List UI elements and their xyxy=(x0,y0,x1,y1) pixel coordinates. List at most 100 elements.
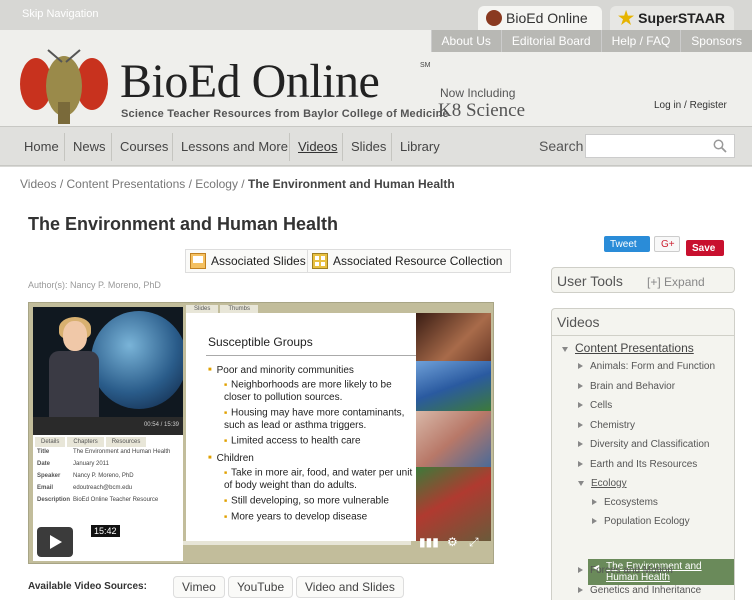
tree-item[interactable]: Cells xyxy=(578,400,612,411)
user-tools-panel: User Tools [+] Expand xyxy=(551,267,735,293)
tree-item[interactable]: Ecosystems xyxy=(592,497,658,508)
sponsors-link[interactable]: Sponsors xyxy=(680,30,752,52)
detail-row: Title The Environment and Human Health xyxy=(37,449,171,455)
nav-videos[interactable]: Videos xyxy=(298,139,338,154)
duration-badge: 15:42 xyxy=(91,525,120,537)
tree-item-ecology[interactable]: Ecology xyxy=(578,478,627,489)
slide-tabs: Slides Thumbs xyxy=(186,305,260,313)
tree-root-content-presentations[interactable]: Content Presentations xyxy=(562,341,694,355)
google-plus-button[interactable]: G+ xyxy=(654,236,680,252)
nav-divider xyxy=(111,133,112,161)
pinterest-save-button[interactable]: Save xyxy=(686,240,724,256)
sources-label: Available Video Sources: xyxy=(28,581,147,592)
expanded-arrow-icon xyxy=(562,346,568,352)
tree-item[interactable]: Brain and Behavior xyxy=(578,381,675,392)
tree-item[interactable]: Forces and Motion xyxy=(578,565,673,576)
player-controls: 15:42 ▮▮▮ ⚙ ⤢ xyxy=(29,523,495,563)
superstaar-tab[interactable]: ★ SuperSTAAR xyxy=(610,6,734,30)
slide-subbullet: Still developing, so more vulnerable xyxy=(224,495,414,508)
nav-divider xyxy=(289,133,290,161)
volume-icon[interactable]: ▮▮▮ xyxy=(419,535,439,549)
now-including-label: Now Including xyxy=(440,86,516,100)
video-details: Title The Environment and Human Health Da… xyxy=(37,449,170,509)
progress-bar[interactable] xyxy=(81,541,411,545)
nav-library[interactable]: Library xyxy=(400,139,440,154)
bioed-online-tab[interactable]: BioEd Online xyxy=(478,6,602,30)
about-us-link[interactable]: About Us xyxy=(430,30,501,52)
tree-item[interactable]: Earth and Its Resources xyxy=(578,459,697,470)
main-content: Videos / Content Presentations / Ecology… xyxy=(0,167,752,600)
bioed-fly-icon xyxy=(486,10,502,26)
tree-item[interactable]: Population Ecology xyxy=(592,516,690,527)
tree-item[interactable]: Animals: Form and Function xyxy=(578,361,715,372)
help-faq-link[interactable]: Help / FAQ xyxy=(600,30,681,52)
tweet-button[interactable]: Tweet xyxy=(604,236,650,252)
presenter-video[interactable] xyxy=(33,307,183,417)
bioed-tab-label: BioEd Online xyxy=(506,10,588,26)
tab-chapters[interactable]: Chapters xyxy=(67,437,104,447)
associated-collection-button[interactable]: Associated Resource Collection xyxy=(307,249,512,273)
tree-item[interactable]: Diversity and Classification xyxy=(578,439,710,450)
earth-backdrop xyxy=(91,311,183,409)
associated-collection-label: Associated Resource Collection xyxy=(333,254,503,268)
site-tagline: Science Teacher Resources from Baylor Co… xyxy=(121,108,449,120)
expand-toggle[interactable]: [+] Expand xyxy=(647,275,705,289)
play-button[interactable] xyxy=(37,527,73,557)
tweet-label: Tweet xyxy=(610,238,637,250)
user-tools-title: User Tools xyxy=(557,273,623,289)
editorial-board-link[interactable]: Editorial Board xyxy=(500,30,601,52)
tab-thumbs[interactable]: Thumbs xyxy=(220,305,259,313)
settings-icon[interactable]: ⚙ xyxy=(447,535,458,549)
skip-navigation-link[interactable]: Skip Navigation xyxy=(22,8,98,20)
breadcrumb-videos[interactable]: Videos xyxy=(20,177,56,191)
youtube-source-button[interactable]: YouTube xyxy=(228,576,294,598)
tab-details[interactable]: Details xyxy=(35,437,66,447)
nav-lessons[interactable]: Lessons and More xyxy=(181,139,288,154)
star-icon: ★ xyxy=(618,7,635,28)
login-link[interactable]: Log in xyxy=(654,100,681,111)
detail-row: Email edoutreach@bcm.edu xyxy=(37,485,133,491)
superstaar-tab-label: SuperSTAAR xyxy=(638,10,725,26)
tree-item[interactable]: Chemistry xyxy=(578,420,635,431)
fullscreen-icon[interactable]: ⤢ xyxy=(469,535,479,550)
nav-home[interactable]: Home xyxy=(24,139,59,154)
save-label: Save xyxy=(692,242,716,254)
nav-courses[interactable]: Courses xyxy=(120,139,168,154)
nav-news[interactable]: News xyxy=(73,139,106,154)
collapsed-arrow-icon xyxy=(578,461,583,468)
videos-panel-title: Videos xyxy=(557,314,600,330)
collapsed-arrow-icon xyxy=(578,587,583,594)
associated-slides-label: Associated Slides xyxy=(211,254,306,268)
tab-slides[interactable]: Slides xyxy=(186,305,219,313)
site-logo[interactable]: BioEd Online xyxy=(120,58,380,106)
k8-science-link[interactable]: K8 Science xyxy=(438,100,525,122)
presenter-time: 00:54 / 15:39 xyxy=(143,422,179,428)
child-face-photo xyxy=(416,411,491,467)
video-player[interactable]: 00:54 / 15:39 Details Chapters Resources… xyxy=(28,302,494,564)
search-label: Search xyxy=(539,138,584,154)
collapsed-arrow-icon xyxy=(592,518,597,525)
search-icon[interactable] xyxy=(713,139,727,153)
breadcrumb-ecology[interactable]: Ecology xyxy=(195,177,238,191)
slide-bullet: Poor and minority communities xyxy=(208,365,354,376)
breadcrumb-current: The Environment and Human Health xyxy=(247,177,455,191)
slide-photos xyxy=(416,313,491,541)
tree-item[interactable]: Genetics and Inheritance xyxy=(578,585,701,596)
top-links: About Us Editorial Board Help / FAQ Spon… xyxy=(430,30,752,52)
main-nav: Home News Courses Lessons and More Video… xyxy=(0,126,752,166)
collapsed-arrow-icon xyxy=(578,402,583,409)
presenter-controls[interactable]: 00:54 / 15:39 xyxy=(33,417,183,435)
vimeo-source-button[interactable]: Vimeo xyxy=(173,576,225,598)
tab-resources[interactable]: Resources xyxy=(105,437,147,447)
register-link[interactable]: Register xyxy=(690,100,727,111)
collapsed-arrow-icon xyxy=(578,422,583,429)
presenter-body xyxy=(49,351,99,417)
slide-bullet: Children xyxy=(208,453,254,464)
breadcrumb-content-presentations[interactable]: Content Presentations xyxy=(67,177,186,191)
slide-subbullet: Housing may have more contaminants, such… xyxy=(224,407,414,432)
associated-slides-button[interactable]: Associated Slides xyxy=(185,249,315,273)
slide-view: Slides Thumbs Susceptible Groups Poor an… xyxy=(186,305,491,541)
nav-divider xyxy=(172,133,173,161)
nav-slides[interactable]: Slides xyxy=(351,139,386,154)
video-and-slides-button[interactable]: Video and Slides xyxy=(296,576,404,598)
